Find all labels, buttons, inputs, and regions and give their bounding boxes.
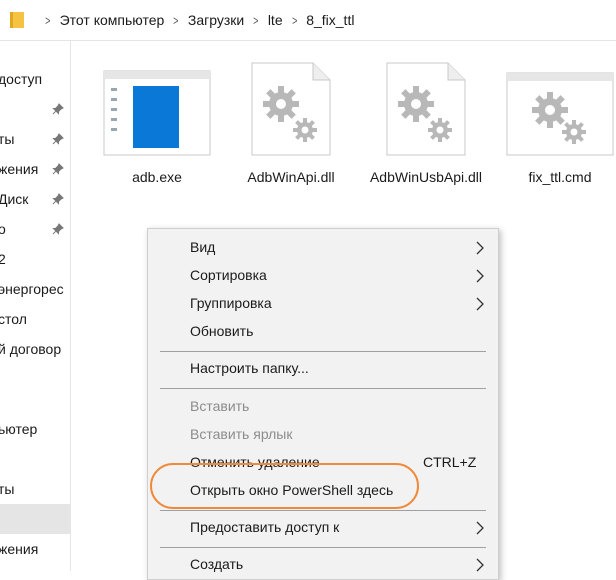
chevron-right-icon [476, 269, 484, 283]
menu-separator [160, 510, 486, 511]
navigation-pane[interactable]: доступ ты жения Диск о 2 энергорес стол … [0, 41, 71, 571]
folder-icon [10, 12, 24, 28]
file-item[interactable]: fix_ttl.cmd [500, 72, 616, 187]
breadcrumb-downloads[interactable]: Загрузки [188, 12, 244, 28]
nav-item-documents[interactable]: ты [0, 125, 70, 155]
nav-item-disk[interactable]: Диск [0, 185, 70, 215]
pin-icon [52, 133, 64, 145]
pin-icon [52, 193, 64, 205]
menu-item-refresh[interactable]: Обновить [148, 318, 498, 346]
nav-item-downloads-selected[interactable] [0, 504, 70, 534]
nav-item-desktop[interactable]: стол [0, 305, 70, 335]
file-item[interactable]: AdbWinApi.dll [231, 62, 351, 187]
file-name: AdbWinApi.dll [247, 169, 335, 185]
menu-item-group[interactable]: Группировка [148, 290, 498, 318]
menu-item-sort[interactable]: Сортировка [148, 262, 498, 290]
file-name: adb.exe [132, 169, 182, 185]
file-item[interactable]: AdbWinUsbApi.dll [366, 62, 486, 187]
file-name: AdbWinUsbApi.dll [369, 169, 483, 185]
pin-icon [52, 163, 64, 175]
chevron-right-icon [476, 558, 484, 572]
menu-item-view[interactable]: Вид [148, 234, 498, 262]
nav-item-contract[interactable]: й договор [0, 335, 70, 365]
chevron-right-icon [476, 241, 484, 255]
gear-file-icon [386, 62, 466, 156]
nav-item-energo[interactable]: энергорес [0, 275, 70, 305]
chevron-right-icon [476, 521, 484, 535]
gear-file-icon [251, 62, 331, 156]
file-name: fix_ttl.cmd [528, 169, 592, 185]
chevron-right-icon[interactable]: > [173, 13, 178, 28]
file-item[interactable]: adb.exe [97, 70, 217, 187]
address-bar[interactable]: > Этот компьютер > Загрузки > lte > 8_fi… [0, 0, 616, 41]
nav-item-docs2[interactable]: ты [0, 475, 70, 505]
nav-item-this-pc[interactable]: ьютер [0, 415, 70, 445]
shortcut-label: CTRL+Z [423, 454, 477, 470]
chevron-right-icon[interactable]: > [253, 13, 258, 28]
pin-icon [52, 103, 64, 115]
chevron-right-icon[interactable]: > [45, 13, 50, 28]
pin-icon [52, 223, 64, 235]
nav-item[interactable] [0, 95, 70, 125]
nav-item-pictures[interactable]: жения [0, 155, 70, 185]
gear-window-icon [506, 72, 614, 156]
nav-item-video[interactable]: о [0, 215, 70, 245]
menu-item-paste[interactable]: Вставить [148, 393, 498, 421]
chevron-right-icon [476, 297, 484, 311]
breadcrumb: > Этот компьютер > Загрузки > lte > 8_fi… [36, 0, 354, 40]
nav-item-2[interactable]: 2 [0, 245, 70, 275]
highlight-annotation [150, 463, 419, 509]
breadcrumb-current-folder[interactable]: 8_fix_ttl [306, 12, 354, 28]
menu-item-paste-shortcut[interactable]: Вставить ярлык [148, 421, 498, 449]
chevron-right-icon[interactable]: > [292, 13, 297, 28]
exe-app-icon [103, 70, 211, 156]
menu-item-customize-folder[interactable]: Настроить папку... [148, 355, 498, 383]
menu-separator [160, 388, 486, 389]
nav-item-pictures2[interactable]: жения [0, 535, 70, 565]
menu-separator [160, 351, 486, 352]
menu-separator [160, 547, 486, 548]
breadcrumb-this-pc[interactable]: Этот компьютер [60, 12, 165, 28]
menu-item-create[interactable]: Создать [148, 551, 498, 579]
context-menu: Вид Сортировка Группировка Обновить Наст… [147, 228, 499, 580]
breadcrumb-lte[interactable]: lte [268, 12, 283, 28]
menu-item-share[interactable]: Предоставить доступ к [148, 514, 498, 542]
nav-item-quick-access[interactable]: доступ [0, 65, 70, 95]
